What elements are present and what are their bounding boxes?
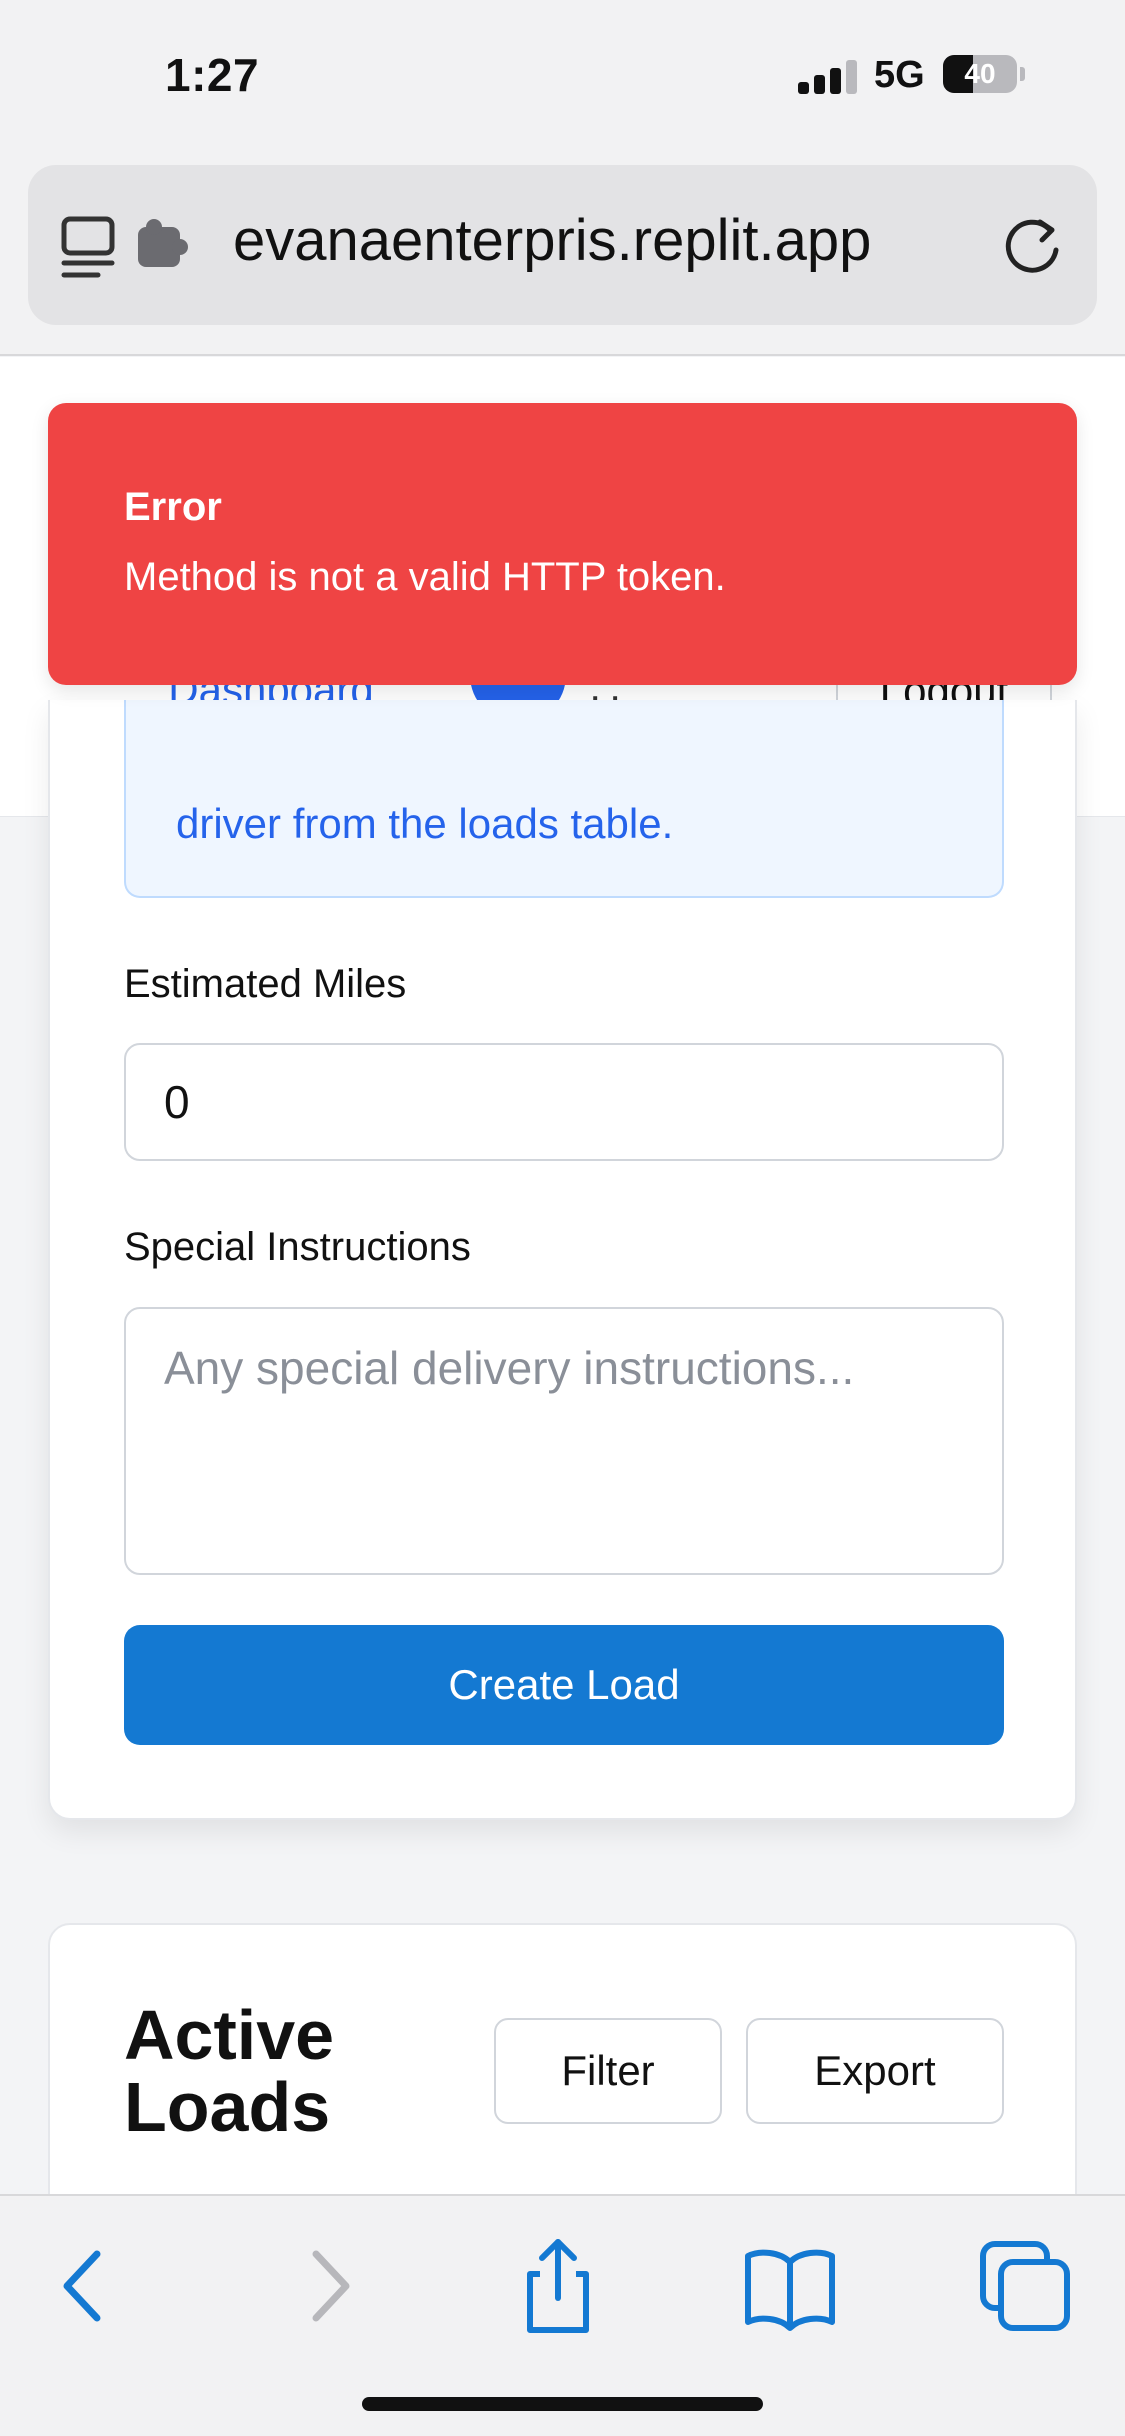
address-bar[interactable]: evanaenterpris.replit.app [28, 165, 1097, 325]
bookmarks-icon[interactable] [740, 2236, 840, 2336]
status-time: 1:27 [165, 49, 260, 101]
cellular-signal-icon [798, 60, 858, 94]
toast-message: Method is not a valid HTTP token. [124, 555, 726, 599]
special-instructions-textarea[interactable]: Any special delivery instructions... [124, 1307, 1004, 1575]
active-loads-title-line1: Active [124, 1996, 335, 2074]
share-icon[interactable] [508, 2236, 608, 2336]
active-loads-title: Active Loads [124, 1999, 334, 2143]
estimated-miles-label: Estimated Miles [124, 962, 407, 1006]
home-indicator [362, 2397, 763, 2411]
active-loads-title-line2: Loads [124, 2068, 331, 2146]
special-instructions-placeholder: Any special delivery instructions... [164, 1342, 855, 1394]
info-box: driver from the loads table. [124, 700, 1004, 898]
battery-level: 40 [964, 58, 996, 89]
network-type: 5G [874, 54, 925, 96]
estimated-miles-input[interactable]: 0 [124, 1043, 1004, 1161]
tab-overview-icon[interactable] [58, 213, 223, 283]
info-text: driver from the loads table. [176, 800, 674, 847]
toast-title: Error [124, 485, 222, 529]
back-icon[interactable] [35, 2236, 135, 2336]
estimated-miles-value: 0 [164, 1076, 190, 1128]
url-text[interactable]: evanaenterpris.replit.app [233, 207, 1003, 274]
status-bar: 1:27 5G 40 [0, 0, 1125, 160]
battery-icon: 40 [943, 55, 1017, 93]
create-load-button[interactable]: Create Load [124, 1625, 1004, 1745]
battery-nub [1020, 67, 1025, 81]
error-toast[interactable]: Error Method is not a valid HTTP token. [48, 403, 1077, 685]
filter-button[interactable]: Filter [494, 2018, 722, 2124]
export-button[interactable]: Export [746, 2018, 1004, 2124]
special-instructions-label: Special Instructions [124, 1225, 471, 1269]
forward-icon[interactable] [278, 2236, 378, 2336]
reload-icon[interactable] [998, 210, 1068, 280]
create-load-card: driver from the loads table. Estimated M… [48, 700, 1077, 1820]
tabs-icon[interactable] [975, 2236, 1075, 2336]
extension-icon [138, 219, 188, 267]
browser-address-area: evanaenterpris.replit.app [0, 160, 1125, 356]
